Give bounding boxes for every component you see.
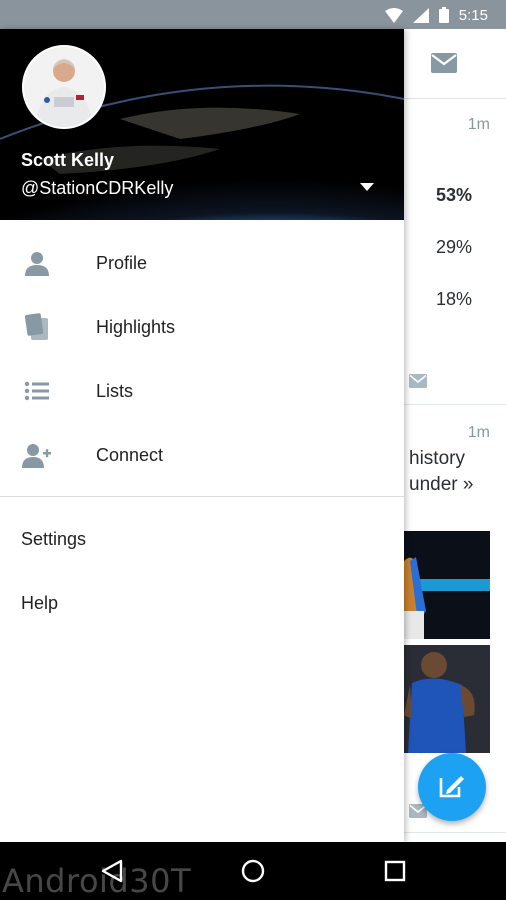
tweet-text: history [409,448,465,469]
menu-item-connect[interactable]: Connect [0,423,404,487]
navigation-drawer: Scott Kelly @StationCDRKelly Profile Hig… [0,29,404,842]
compose-tweet-button[interactable] [418,753,486,821]
wifi-icon [384,7,403,23]
menu-item-highlights[interactable]: Highlights [0,295,404,359]
back-icon[interactable] [97,856,127,886]
status-bar: 5:15 [0,0,506,29]
menu-item-label: Lists [96,380,134,401]
user-handle: @StationCDRKelly [21,178,174,198]
messages-tab-icon[interactable] [431,53,457,78]
recents-icon[interactable] [380,856,410,886]
menu-item-label: Connect [96,444,164,465]
add-person-icon [22,440,52,470]
menu-item-label: Settings [21,528,87,549]
timeline-header [404,29,506,99]
menu-item-label: Highlights [96,316,176,337]
home-icon[interactable] [238,856,268,886]
menu-item-help[interactable]: Help [0,571,404,635]
poll-option-percent: 18% [435,289,472,309]
poll-option-percent: 53% [435,185,472,205]
poll-option-percent: 29% [435,237,472,257]
tweet-photo[interactable] [404,645,490,753]
tweet-timestamp: 1m [467,116,490,133]
battery-icon [438,7,449,23]
signal-icon [412,7,429,23]
menu-divider [0,496,404,497]
menu-item-label: Help [21,592,59,613]
user-display-name: Scott Kelly [21,150,115,170]
highlights-icon [22,312,52,342]
tweet-timestamp: 1m [467,424,490,441]
person-icon [22,248,52,278]
menu-item-settings[interactable]: Settings [0,507,404,571]
tweet-photo[interactable] [404,531,490,639]
list-icon [22,376,52,406]
chevron-down-icon [360,183,374,191]
tweet-divider [404,404,506,405]
account-switcher-dropdown[interactable] [356,179,378,195]
menu-item-lists[interactable]: Lists [0,359,404,423]
dm-share-icon[interactable] [409,374,427,393]
avatar[interactable] [22,45,106,129]
drawer-header[interactable]: Scott Kelly @StationCDRKelly [0,29,404,220]
menu-item-label: Profile [96,252,148,273]
tweet-divider [404,832,506,833]
compose-icon [437,770,467,805]
menu-item-profile[interactable]: Profile [0,231,404,295]
tweet-text[interactable]: under » [409,472,473,498]
clock: 5:15 [458,6,488,24]
system-nav-bar: Android30T [0,842,506,900]
